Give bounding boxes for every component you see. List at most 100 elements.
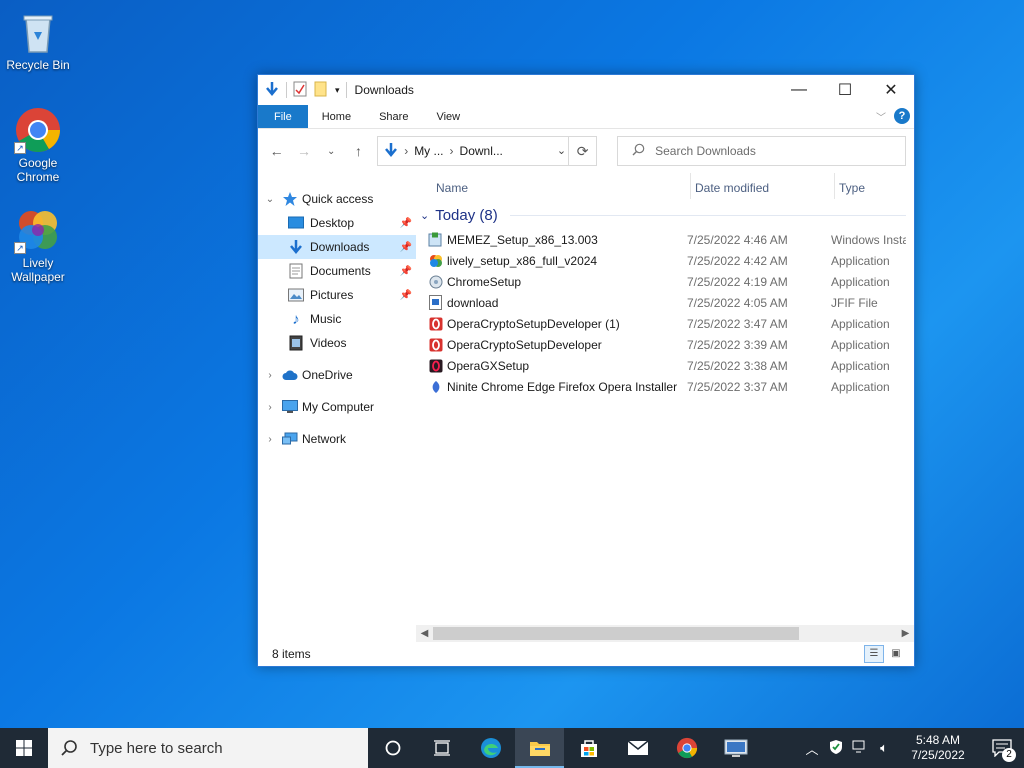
file-row[interactable]: lively_setup_x86_full_v2024 7/25/2022 4:… (416, 250, 914, 271)
file-row[interactable]: download 7/25/2022 4:05 AM JFIF File (416, 292, 914, 313)
show-hidden-icons-chevron-icon[interactable]: ︿ (800, 739, 824, 758)
tab-home[interactable]: Home (308, 105, 365, 128)
desktop-icon-lively-wallpaper[interactable]: ↗ Lively Wallpaper (0, 206, 76, 284)
title-bar[interactable]: ▾ Downloads — ☐ ✕ (258, 75, 914, 105)
pin-icon[interactable]: 📌 (400, 290, 412, 301)
column-header-type[interactable]: Type (839, 181, 865, 195)
taskbar-search-box[interactable]: Type here to search (48, 728, 368, 768)
pin-icon[interactable]: 📌 (400, 218, 412, 229)
search-icon (61, 740, 77, 756)
collapse-group-chevron-icon[interactable]: ⌄ (420, 209, 429, 222)
security-shield-icon[interactable] (824, 739, 848, 758)
taskbar-edge[interactable] (466, 728, 515, 768)
expand-chevron-icon[interactable]: › (264, 370, 276, 381)
desktop-icon-recycle-bin[interactable]: Recycle Bin (0, 8, 76, 72)
minimize-button[interactable]: — (776, 75, 822, 105)
new-folder-icon[interactable] (313, 81, 329, 100)
customize-toolbar-chevron-icon[interactable]: ▾ (335, 85, 340, 96)
volume-speaker-icon[interactable]: 🔈︎ (872, 740, 896, 756)
tab-view[interactable]: View (422, 105, 474, 128)
taskbar-mail[interactable] (613, 728, 662, 768)
expand-ribbon-chevron-icon[interactable]: ﹀ (876, 109, 886, 124)
music-note-icon: ♪ (292, 310, 300, 328)
refresh-button[interactable]: ⟳ (568, 137, 596, 165)
expand-chevron-icon[interactable]: › (264, 434, 276, 445)
file-row[interactable]: OperaGXSetup 7/25/2022 3:38 AM Applicati… (416, 355, 914, 376)
nav-my-computer[interactable]: › My Computer (258, 395, 416, 419)
lively-app-icon (428, 253, 443, 268)
horizontal-scrollbar[interactable]: ◀ ▶ (416, 625, 914, 642)
desktop-icon-label: Recycle Bin (6, 58, 70, 72)
file-row[interactable]: OperaCryptoSetupDeveloper (1) 7/25/2022 … (416, 313, 914, 334)
pin-icon[interactable]: 📌 (400, 266, 412, 277)
file-row[interactable]: OperaCryptoSetupDeveloper 7/25/2022 3:39… (416, 334, 914, 355)
help-icon[interactable]: ? (894, 108, 910, 124)
scroll-right-arrow-icon[interactable]: ▶ (897, 628, 914, 639)
properties-icon[interactable] (293, 81, 307, 100)
cloud-icon (282, 367, 298, 383)
expand-chevron-icon[interactable]: › (264, 402, 276, 413)
recent-locations-button[interactable]: ⌄ (321, 140, 342, 162)
toolbar-separator (286, 82, 287, 98)
address-bar[interactable]: › My ... › Downl... ⌄ ⟳ (377, 136, 598, 166)
breadcrumb-my-computer[interactable]: My ... (414, 144, 443, 158)
breadcrumb-separator-icon: › (449, 144, 454, 158)
taskbar-file-explorer[interactable] (515, 728, 564, 768)
start-button[interactable] (0, 728, 48, 768)
column-header-date-modified[interactable]: Date modified (695, 181, 769, 195)
window-controls: — ☐ ✕ (776, 75, 914, 105)
search-box[interactable]: Search Downloads (617, 136, 907, 166)
navigation-pane: ⌄ Quick access Desktop 📌 Downloads 📌 Doc… (258, 173, 416, 642)
desktop-icon-google-chrome[interactable]: ↗ Google Chrome (0, 106, 76, 184)
nav-network[interactable]: › Network (258, 427, 416, 451)
desktop-folder-icon (288, 215, 304, 231)
network-status-icon[interactable] (848, 740, 872, 757)
network-icon (282, 431, 298, 447)
column-header-name[interactable]: Name (436, 181, 468, 195)
desktop-icon-label: Google Chrome (16, 156, 60, 184)
cortana-button[interactable] (368, 728, 417, 768)
taskbar-microsoft-store[interactable] (564, 728, 613, 768)
notification-count-badge: 2 (1002, 748, 1016, 762)
nav-onedrive[interactable]: › OneDrive (258, 363, 416, 387)
nav-music[interactable]: ♪ Music (258, 307, 416, 331)
maximize-button[interactable]: ☐ (822, 75, 868, 105)
scrollbar-thumb[interactable] (433, 627, 799, 640)
pin-icon[interactable]: 📌 (400, 242, 412, 253)
up-button[interactable]: ↑ (348, 140, 369, 162)
tab-share[interactable]: Share (365, 105, 422, 128)
system-tray: ︿ 🔈︎ 5:48 AM 7/25/2022 2 (800, 728, 1024, 768)
taskbar-remote-desktop[interactable] (711, 728, 760, 768)
tab-file[interactable]: File (258, 105, 308, 128)
file-explorer-folder-icon (529, 742, 550, 756)
nav-desktop[interactable]: Desktop 📌 (258, 211, 416, 235)
task-view-button[interactable] (417, 728, 466, 768)
taskbar-clock[interactable]: 5:48 AM 7/25/2022 (902, 733, 974, 763)
nav-downloads[interactable]: Downloads 📌 (258, 235, 416, 259)
breadcrumb-separator-icon: › (404, 144, 409, 158)
large-icons-view-icon[interactable]: ▣ (886, 645, 906, 663)
nav-quick-access[interactable]: ⌄ Quick access (258, 187, 416, 211)
nav-documents[interactable]: Documents 📌 (258, 259, 416, 283)
file-row[interactable]: MEMEZ_Setup_x86_13.003 7/25/2022 4:46 AM… (416, 229, 914, 250)
forward-button[interactable]: → (293, 140, 314, 162)
navigation-bar: ← → ⌄ ↑ › My ... › Downl... ⌄ ⟳ Search D… (258, 129, 914, 173)
action-center-button[interactable]: 2 (980, 728, 1024, 768)
taskbar-chrome[interactable] (662, 728, 711, 768)
chrome-icon (676, 737, 697, 759)
details-view-icon[interactable]: ☰ (864, 645, 884, 663)
group-header-today[interactable]: ⌄ Today (8) (420, 207, 906, 224)
ribbon-right-controls: ﹀ ? (876, 108, 910, 124)
close-button[interactable]: ✕ (868, 75, 914, 105)
breadcrumb-downloads[interactable]: Downl... (460, 144, 503, 158)
collapse-chevron-icon[interactable]: ⌄ (264, 194, 276, 205)
nav-videos[interactable]: Videos (258, 331, 416, 355)
content-area: ⌄ Quick access Desktop 📌 Downloads 📌 Doc… (258, 173, 914, 642)
nav-pictures[interactable]: Pictures 📌 (258, 283, 416, 307)
scroll-left-arrow-icon[interactable]: ◀ (416, 628, 433, 639)
address-history-dropdown-icon[interactable]: ⌄ (557, 144, 566, 157)
file-row[interactable]: ChromeSetup 7/25/2022 4:19 AM Applicatio… (416, 271, 914, 292)
file-row[interactable]: Ninite Chrome Edge Firefox Opera Install… (416, 376, 914, 397)
view-toggle: ☰ ▣ (864, 645, 906, 663)
back-button[interactable]: ← (266, 140, 287, 162)
